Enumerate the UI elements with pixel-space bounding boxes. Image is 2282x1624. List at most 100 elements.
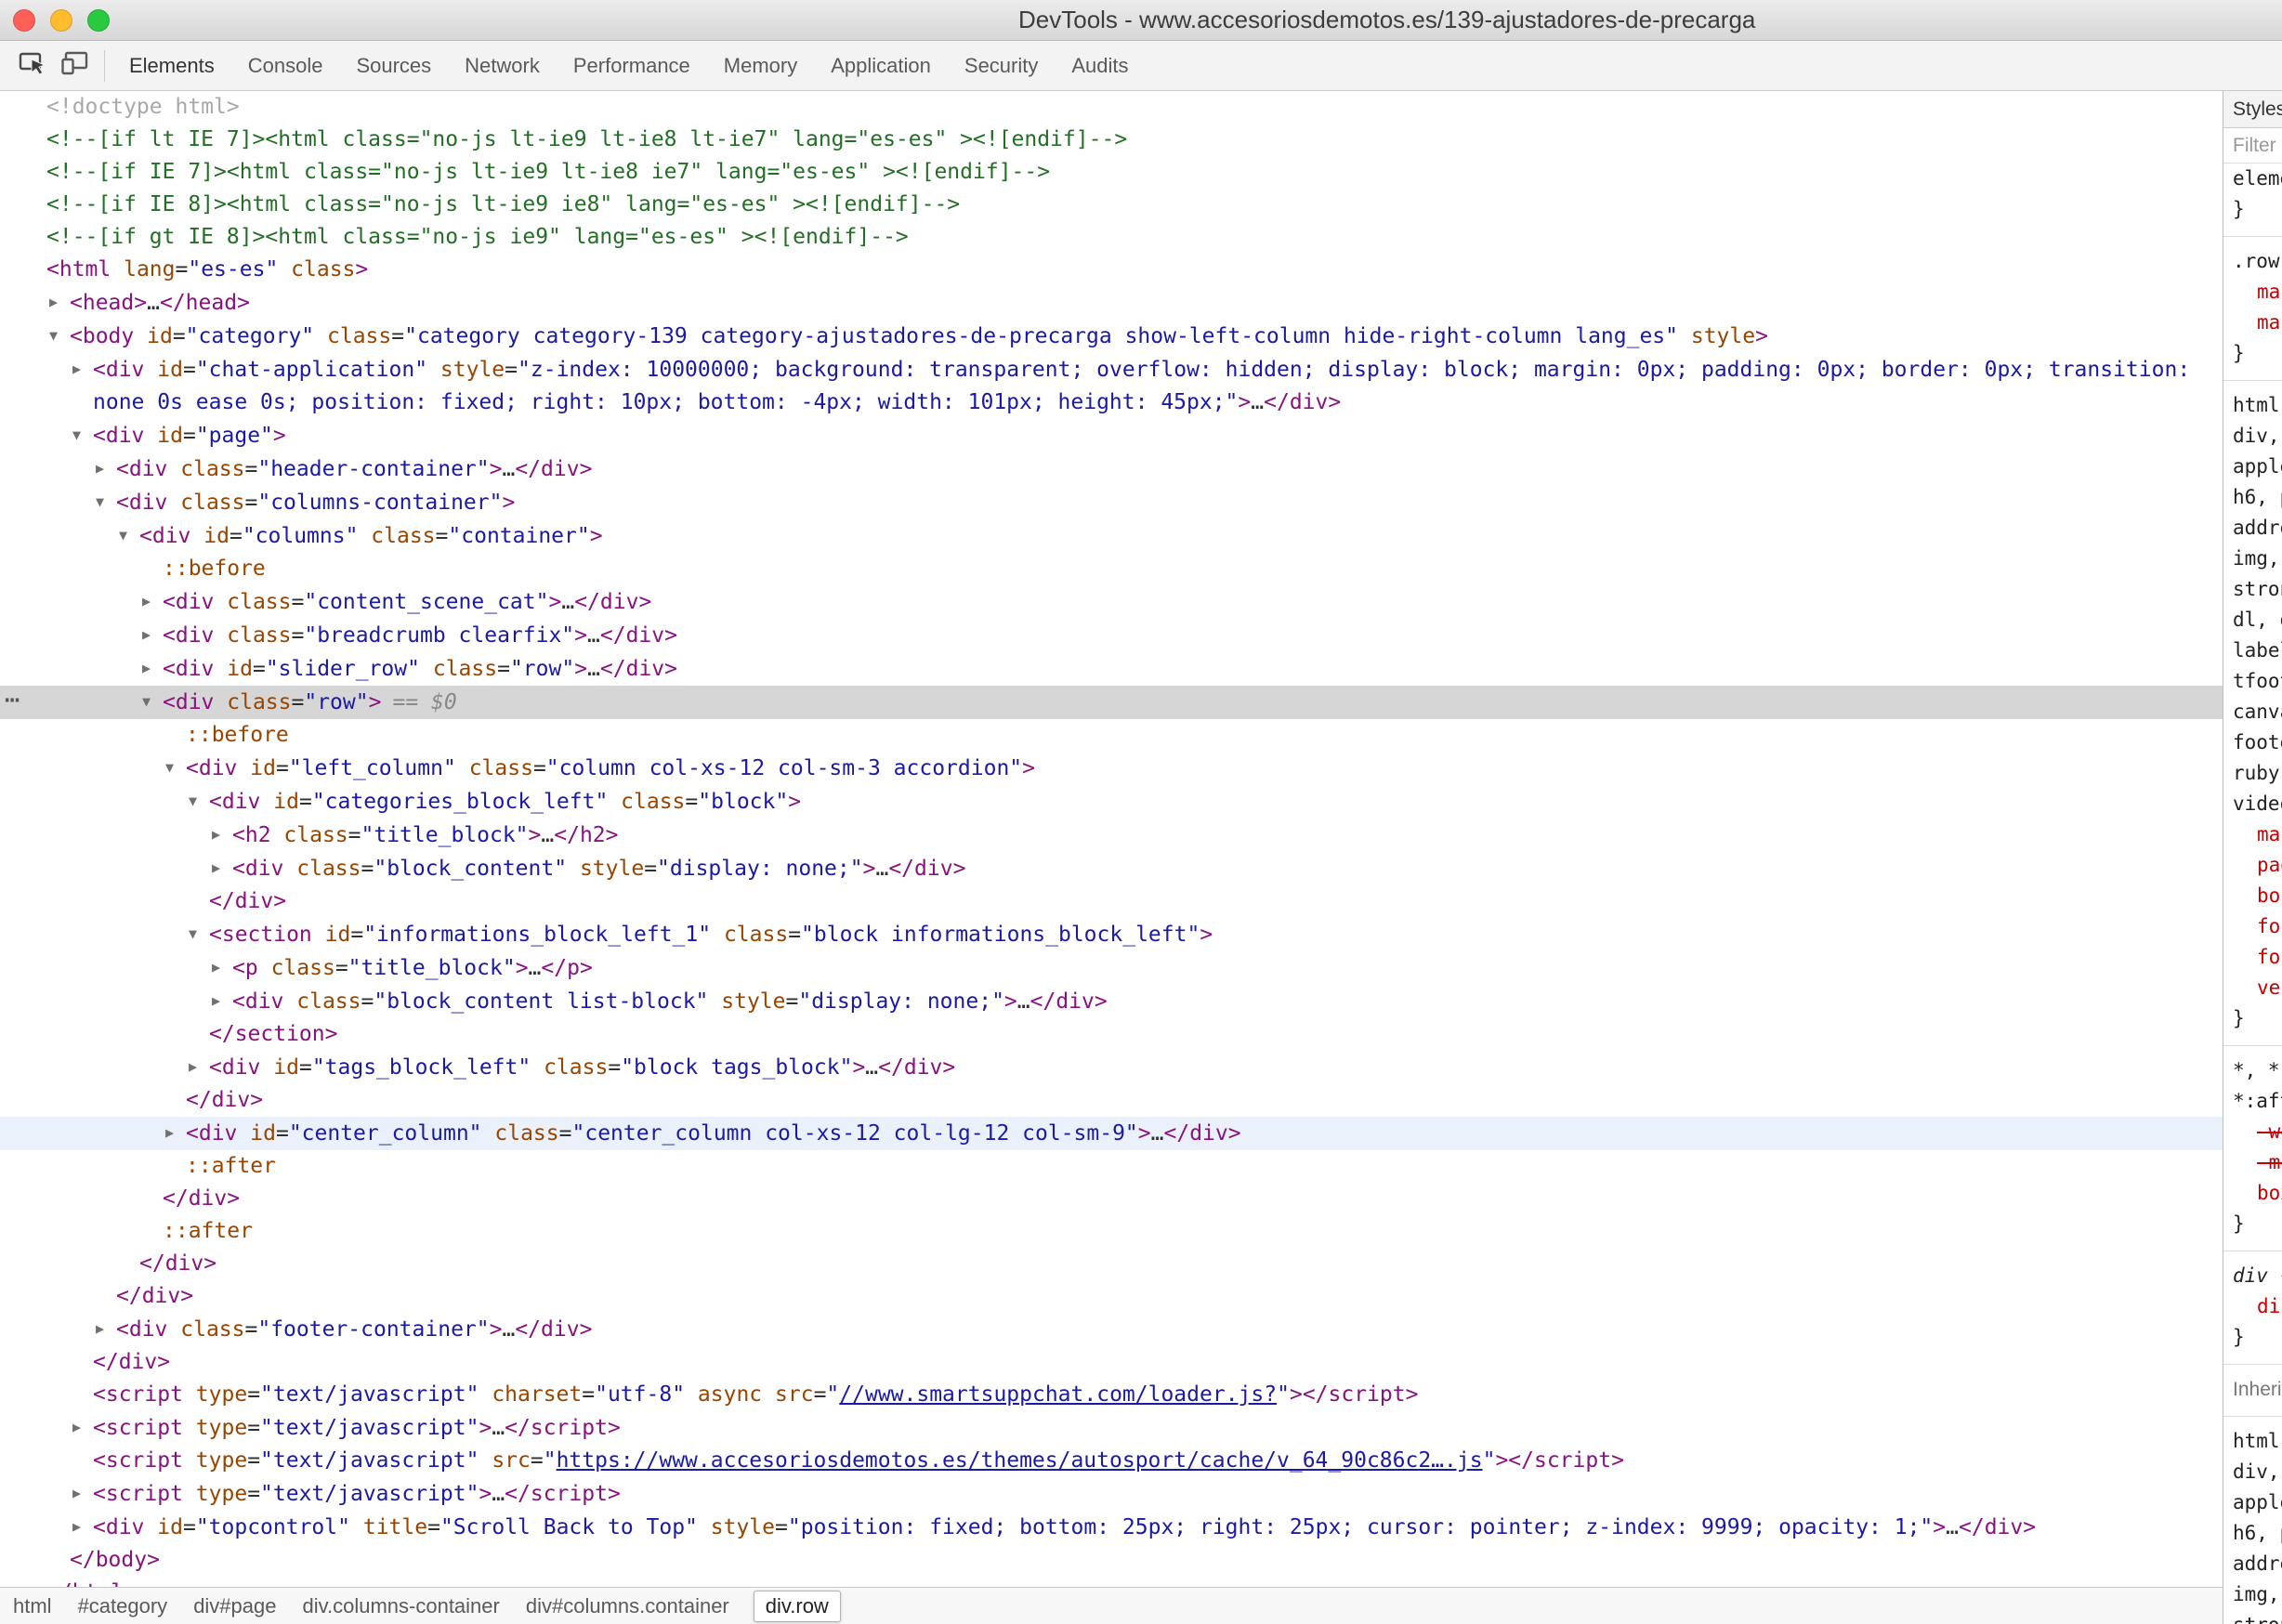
tree-line[interactable]: ▶<h2 class="title_block">…</h2> xyxy=(0,819,2223,852)
breadcrumb-item[interactable]: div.columns-container xyxy=(301,1591,502,1621)
collapse-arrow-icon[interactable]: ▼ xyxy=(165,752,186,784)
tree-line[interactable]: </div> xyxy=(0,1248,2223,1280)
inspect-element-button[interactable] xyxy=(11,44,54,88)
tree-line[interactable]: <html lang="es-es" class> xyxy=(0,254,2223,286)
css-line[interactable]: -mo xyxy=(2223,1147,2282,1178)
tree-line[interactable]: ▶<div id="center_column" class="center_c… xyxy=(0,1117,2223,1150)
css-line[interactable]: } xyxy=(2223,1209,2282,1239)
tree-line[interactable]: <!--[if IE 7]><html class="no-js lt-ie9 … xyxy=(0,156,2223,189)
css-line[interactable]: } xyxy=(2223,1003,2282,1034)
css-line[interactable]: stron xyxy=(2223,1610,2282,1624)
collapse-arrow-icon[interactable]: ▼ xyxy=(96,486,116,518)
expand-arrow-icon[interactable]: ▶ xyxy=(72,353,93,386)
tree-line[interactable]: ::before xyxy=(0,553,2223,585)
minimize-window-button[interactable] xyxy=(50,9,72,32)
css-line[interactable]: fon xyxy=(2223,942,2282,973)
tree-line[interactable]: ▼<div id="categories_block_left" class="… xyxy=(0,785,2223,819)
tree-line[interactable]: ▼<div id="page"> xyxy=(0,419,2223,452)
css-line[interactable]: dis xyxy=(2223,1291,2282,1322)
tree-line[interactable]: <script type="text/javascript" charset="… xyxy=(0,1379,2223,1411)
css-line[interactable]: mar xyxy=(2223,308,2282,338)
expand-arrow-icon[interactable]: ▶ xyxy=(72,1477,93,1510)
css-line[interactable]: } xyxy=(2223,194,2282,225)
tree-line[interactable]: ▶<div id="slider_row" class="row">…</div… xyxy=(0,652,2223,686)
css-line[interactable]: h6, p xyxy=(2223,1518,2282,1549)
tree-line[interactable]: ▼<div id="columns" class="container"> xyxy=(0,519,2223,553)
tree-line[interactable]: </div> xyxy=(0,1280,2223,1313)
tree-line[interactable]: ▼<body id="category" class="category cat… xyxy=(0,320,2223,353)
css-line[interactable]: *, *: xyxy=(2223,1045,2282,1086)
tree-line[interactable]: ▶<p class="title_block">…</p> xyxy=(0,951,2223,985)
tree-line[interactable]: </div> xyxy=(0,1183,2223,1215)
css-line[interactable]: img, xyxy=(2223,1579,2282,1610)
tree-line[interactable]: ::after xyxy=(0,1150,2223,1183)
expand-arrow-icon[interactable]: ▶ xyxy=(212,852,232,884)
css-line[interactable]: *:aft xyxy=(2223,1086,2282,1117)
tree-line[interactable]: ▶<script type="text/javascript">…</scrip… xyxy=(0,1411,2223,1445)
tree-line[interactable]: ::after xyxy=(0,1215,2223,1248)
tree-line[interactable]: </section> xyxy=(0,1018,2223,1051)
tree-line[interactable]: ▶<div class="footer-container">…</div> xyxy=(0,1313,2223,1346)
tree-line[interactable]: <!--[if lt IE 7]><html class="no-js lt-i… xyxy=(0,124,2223,156)
zoom-window-button[interactable] xyxy=(87,9,110,32)
tree-line[interactable]: </div> xyxy=(0,885,2223,918)
collapse-arrow-icon[interactable]: ▼ xyxy=(189,785,209,818)
tab-network[interactable]: Network xyxy=(448,41,557,90)
collapse-arrow-icon[interactable]: ▼ xyxy=(49,320,70,352)
css-line[interactable]: stron xyxy=(2223,574,2282,605)
tree-line[interactable]: ::before xyxy=(0,719,2223,752)
expand-arrow-icon[interactable]: ▶ xyxy=(96,452,116,485)
expand-arrow-icon[interactable]: ▶ xyxy=(142,585,163,618)
tree-line[interactable]: ▶<div class="block_content" style="displ… xyxy=(0,852,2223,885)
expand-arrow-icon[interactable]: ▶ xyxy=(49,286,70,319)
css-line[interactable]: mar xyxy=(2223,277,2282,308)
tree-line[interactable]: <!doctype html> xyxy=(0,91,2223,124)
expand-arrow-icon[interactable]: ▶ xyxy=(72,1511,93,1543)
breadcrumb-item[interactable]: html xyxy=(11,1591,54,1621)
collapse-arrow-icon[interactable]: ▼ xyxy=(119,519,139,552)
expand-arrow-icon[interactable]: ▶ xyxy=(96,1313,116,1345)
tree-line[interactable]: </body> xyxy=(0,1544,2223,1577)
breadcrumb-item[interactable]: div#columns.container xyxy=(524,1591,731,1621)
tab-memory[interactable]: Memory xyxy=(707,41,814,90)
css-line[interactable]: label xyxy=(2223,635,2282,666)
css-line[interactable]: addre xyxy=(2223,1549,2282,1579)
tree-line[interactable]: ▶<div class="content_scene_cat">…</div> xyxy=(0,585,2223,619)
tree-line[interactable]: <script type="text/javascript" src="http… xyxy=(0,1445,2223,1477)
tree-line[interactable]: ▶<div class="breadcrumb clearfix">…</div… xyxy=(0,619,2223,652)
tree-line[interactable]: </html> xyxy=(0,1577,2223,1587)
expand-arrow-icon[interactable]: ▶ xyxy=(189,1051,209,1083)
tab-performance[interactable]: Performance xyxy=(557,41,707,90)
tree-line[interactable]: <!--[if gt IE 8]><html class="no-js ie9"… xyxy=(0,221,2223,254)
css-line[interactable]: } xyxy=(2223,338,2282,369)
css-line[interactable]: html, xyxy=(2223,380,2282,421)
css-line[interactable]: div, xyxy=(2223,421,2282,452)
css-line[interactable]: canva xyxy=(2223,697,2282,727)
styles-section-header[interactable]: Inherit xyxy=(2223,1364,2282,1405)
tree-line[interactable]: ▶<div class="block_content list-block" s… xyxy=(0,985,2223,1018)
breadcrumb-item[interactable]: div#page xyxy=(191,1591,278,1621)
css-line[interactable]: html, xyxy=(2223,1416,2282,1457)
css-line[interactable]: h6, p xyxy=(2223,482,2282,513)
css-line[interactable]: .row xyxy=(2223,236,2282,277)
expand-arrow-icon[interactable]: ▶ xyxy=(212,985,232,1017)
expand-arrow-icon[interactable]: ▶ xyxy=(142,619,163,651)
css-line[interactable]: foote xyxy=(2223,727,2282,758)
css-line[interactable]: div { xyxy=(2223,1251,2282,1291)
breadcrumb-item[interactable]: #category xyxy=(76,1591,170,1621)
tree-line[interactable]: ▶<script type="text/javascript">…</scrip… xyxy=(0,1477,2223,1511)
css-line[interactable]: fon xyxy=(2223,911,2282,942)
css-line[interactable]: bor xyxy=(2223,881,2282,911)
css-line[interactable]: dl, d xyxy=(2223,605,2282,635)
expand-arrow-icon[interactable]: ▶ xyxy=(165,1117,186,1149)
css-line[interactable]: -we xyxy=(2223,1117,2282,1147)
device-toolbar-button[interactable] xyxy=(54,44,97,88)
expand-arrow-icon[interactable]: ▶ xyxy=(72,1411,93,1444)
tab-security[interactable]: Security xyxy=(948,41,1055,90)
breadcrumb-item[interactable]: div.row xyxy=(754,1591,841,1622)
tab-elements[interactable]: Elements xyxy=(112,41,231,90)
css-line[interactable]: box xyxy=(2223,1178,2282,1209)
css-line[interactable]: pad xyxy=(2223,850,2282,881)
css-line[interactable]: eleme xyxy=(2223,164,2282,194)
tree-line[interactable]: ▶<div id="chat-application" style="z-ind… xyxy=(0,353,2223,419)
